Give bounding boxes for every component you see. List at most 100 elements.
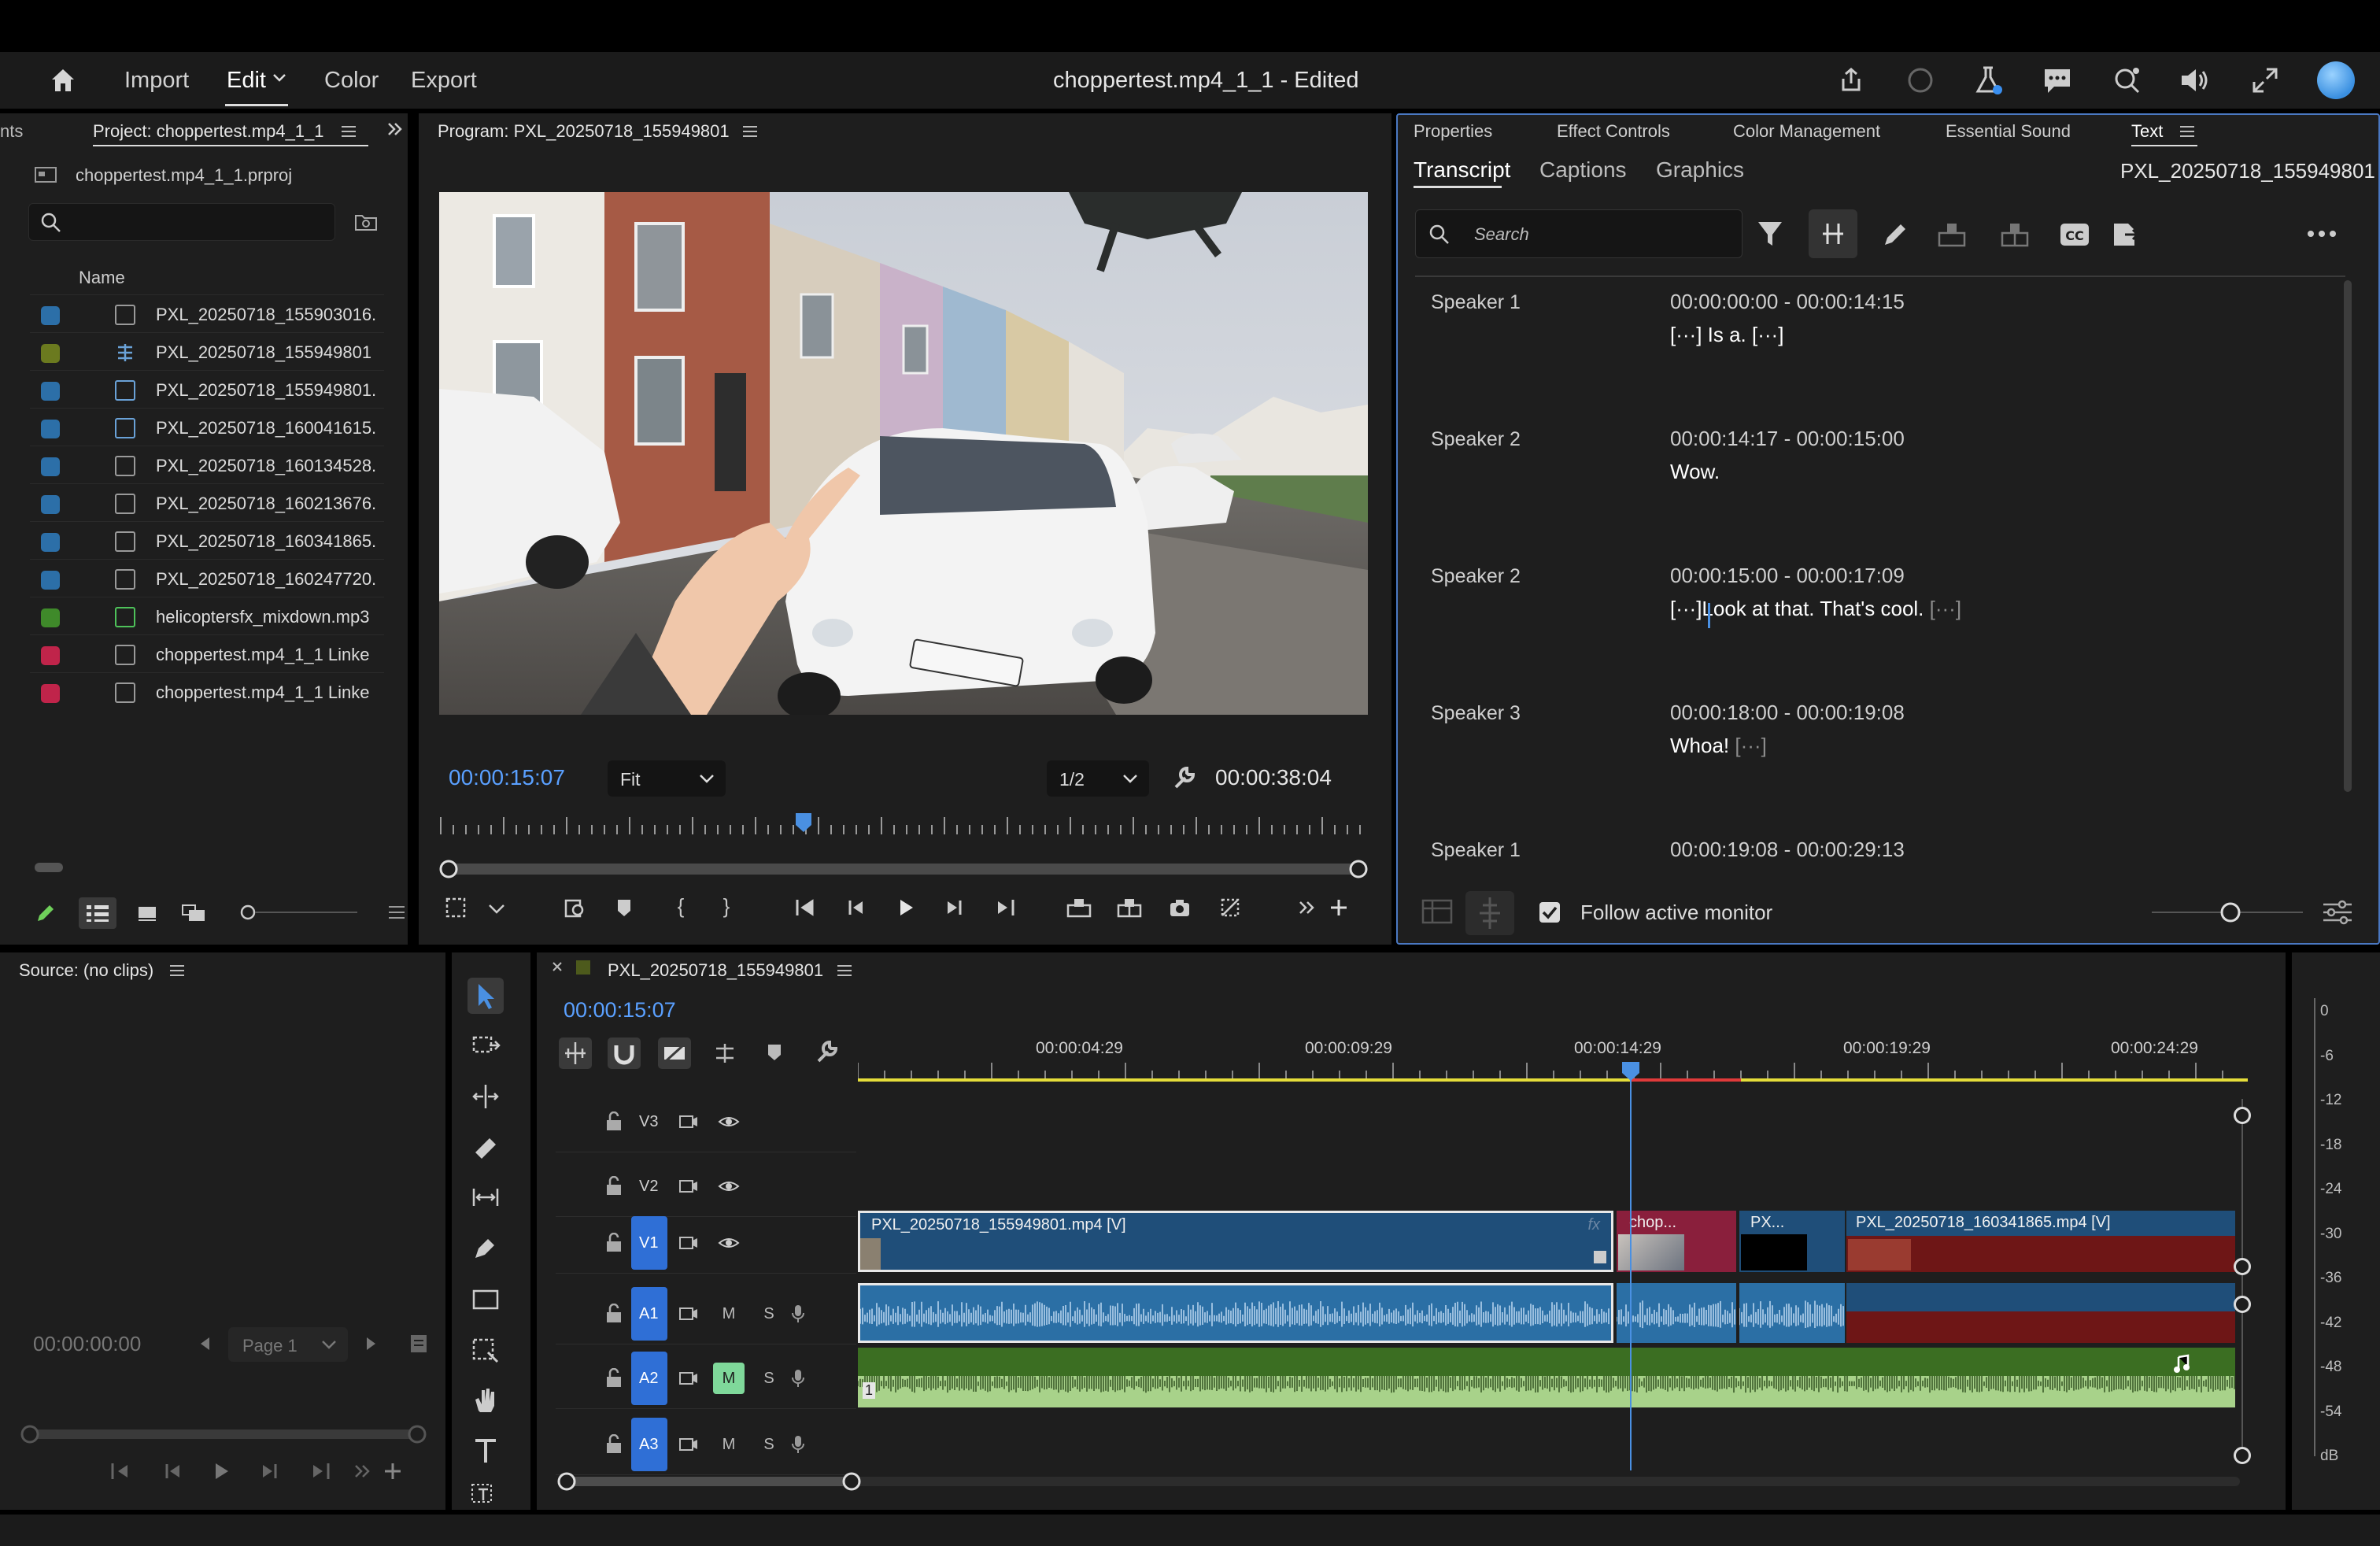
speaker-label[interactable]: Speaker 3 xyxy=(1431,702,1521,725)
project-item[interactable]: PXL_20250718_160041615. xyxy=(30,408,384,446)
add-button-icon[interactable] xyxy=(381,1459,405,1483)
segment-timecode[interactable]: 00:00:15:00 - 00:00:17:09 xyxy=(1670,564,1905,588)
follow-monitor-checkbox[interactable] xyxy=(1539,902,1560,923)
solo-button[interactable]: S xyxy=(757,1363,781,1394)
label-color-chip[interactable] xyxy=(41,382,60,401)
pen-tool-icon[interactable] xyxy=(468,1230,504,1266)
pencil-icon[interactable] xyxy=(35,902,57,924)
mark-in-icon[interactable]: { xyxy=(669,894,693,918)
previous-page-icon[interactable] xyxy=(197,1335,213,1352)
tab-properties[interactable]: Properties xyxy=(1414,121,1492,142)
track-scroll-handle[interactable] xyxy=(2234,1447,2251,1464)
chevron-down-icon[interactable] xyxy=(485,897,508,921)
tab-effect-controls[interactable]: Effect Controls xyxy=(1557,121,1670,142)
filter-icon[interactable] xyxy=(1755,217,1785,249)
creative-cloud-icon[interactable] xyxy=(2317,61,2355,99)
program-monitor-title[interactable]: Program: PXL_20250718_155949801 xyxy=(438,121,730,142)
label-color-chip[interactable] xyxy=(41,684,60,703)
step-back-icon[interactable] xyxy=(161,1459,184,1483)
video-clip-main[interactable]: PXL_20250718_155949801.mp4 [V] fx xyxy=(858,1211,1613,1272)
source-settings-icon[interactable] xyxy=(409,1333,428,1354)
speaker-label[interactable]: Speaker 2 xyxy=(1431,565,1521,588)
add-marker-icon[interactable] xyxy=(612,896,636,919)
lock-icon[interactable] xyxy=(604,1233,623,1253)
timeline-horizontal-scrollbar[interactable] xyxy=(557,1470,2248,1492)
timeline-playhead-handle[interactable] xyxy=(1621,1061,1640,1082)
toggle-sync-lock-icon[interactable] xyxy=(678,1234,699,1252)
speaker-label[interactable]: Speaker 1 xyxy=(1431,839,1521,862)
page-dropdown[interactable]: Page 1 xyxy=(228,1327,348,1362)
new-bin-icon[interactable] xyxy=(354,211,378,231)
program-time-ruler[interactable] xyxy=(438,811,1369,839)
microphone-icon[interactable] xyxy=(790,1368,806,1389)
chevron-down-icon[interactable] xyxy=(272,72,286,83)
wrench-icon[interactable] xyxy=(814,1039,839,1064)
more-controls-icon[interactable] xyxy=(1295,896,1319,919)
search-help-icon[interactable] xyxy=(2109,63,2144,98)
subtab-captions[interactable]: Captions xyxy=(1539,157,1627,183)
feedback-icon[interactable] xyxy=(2040,63,2075,98)
project-item[interactable]: PXL_20250718_160247720. xyxy=(30,559,384,597)
audio-clip-pxl-160341865[interactable] xyxy=(1846,1283,2235,1343)
wrench-icon[interactable] xyxy=(1171,765,1196,790)
transcript-sync-icon[interactable] xyxy=(1420,894,1454,929)
slip-tool-icon[interactable] xyxy=(468,1179,504,1215)
project-search-input[interactable] xyxy=(28,203,335,241)
zoom-to-fit-icon[interactable] xyxy=(564,896,587,919)
name-column-header[interactable]: Name xyxy=(79,268,125,288)
toggle-track-output-icon[interactable] xyxy=(678,1305,699,1322)
lock-icon[interactable] xyxy=(604,1304,623,1324)
ripple-edit-tool-icon[interactable] xyxy=(468,1078,504,1115)
tab-essential-sound[interactable]: Essential Sound xyxy=(1946,121,2071,142)
extract-icon[interactable] xyxy=(1116,896,1142,919)
segment-text[interactable]: [···]Look at that. That's cool. [···] xyxy=(1670,597,1961,621)
panel-menu-icon[interactable] xyxy=(389,905,405,919)
panel-menu-icon[interactable] xyxy=(2180,126,2194,137)
go-to-in-icon[interactable] xyxy=(109,1459,132,1483)
type-tool-icon[interactable] xyxy=(468,1433,504,1469)
project-item[interactable]: PXL_20250718_155949801 xyxy=(30,332,384,370)
close-icon[interactable] xyxy=(551,960,564,973)
project-item[interactable]: PXL_20250718_155949801. xyxy=(30,370,384,408)
zoom-slider[interactable] xyxy=(239,904,357,921)
panel-menu-icon[interactable] xyxy=(342,126,356,137)
transcript-scrollbar[interactable] xyxy=(2344,280,2352,792)
microphone-icon[interactable] xyxy=(790,1304,806,1324)
rectangle-tool-icon[interactable] xyxy=(468,1282,504,1318)
panel-menu-icon[interactable] xyxy=(743,126,757,137)
text-select-tool-icon[interactable] xyxy=(468,1480,504,1516)
project-scrollbar[interactable] xyxy=(35,863,63,872)
solo-button[interactable]: S xyxy=(757,1429,781,1460)
project-item[interactable]: PXL_20250718_160341865. xyxy=(30,521,384,559)
panel-menu-icon[interactable] xyxy=(837,965,852,976)
volume-icon[interactable] xyxy=(2177,63,2212,98)
lock-icon[interactable] xyxy=(604,1434,623,1455)
list-view-icon[interactable] xyxy=(79,897,116,929)
label-color-chip[interactable] xyxy=(41,344,60,363)
play-icon[interactable] xyxy=(209,1459,233,1483)
menu-export[interactable]: Export xyxy=(411,68,477,94)
project-item[interactable]: PXL_20250718_160134528. xyxy=(30,446,384,483)
eye-icon[interactable] xyxy=(718,1178,740,1194)
subtab-graphics[interactable]: Graphics xyxy=(1656,157,1744,183)
program-zoom-scrollbar[interactable] xyxy=(438,858,1369,880)
label-color-chip[interactable] xyxy=(41,457,60,476)
add-marker-icon[interactable] xyxy=(763,1041,785,1064)
more-controls-icon[interactable] xyxy=(351,1459,375,1483)
razor-tool-icon[interactable] xyxy=(468,1129,504,1165)
project-item[interactable]: PXL_20250718_160213676. xyxy=(30,483,384,521)
microphone-icon[interactable] xyxy=(790,1434,806,1455)
eye-icon[interactable] xyxy=(718,1114,740,1130)
mute-button[interactable]: M xyxy=(713,1363,745,1394)
chevron-double-right-icon[interactable] xyxy=(386,120,405,139)
menu-color[interactable]: Color xyxy=(324,68,379,94)
program-video-frame[interactable] xyxy=(439,192,1368,715)
segment-text[interactable]: [···] Is a. [···] xyxy=(1670,323,1783,347)
go-to-out-icon[interactable] xyxy=(993,896,1017,919)
mute-button[interactable]: M xyxy=(713,1429,745,1460)
step-back-icon[interactable] xyxy=(844,896,867,919)
project-item[interactable]: choppertest.mp4_1_1 Linke xyxy=(30,672,384,710)
track-label[interactable]: V3 xyxy=(639,1113,658,1131)
split-segment-icon[interactable] xyxy=(1809,209,1857,258)
track-scroll-handle[interactable] xyxy=(2234,1296,2251,1313)
